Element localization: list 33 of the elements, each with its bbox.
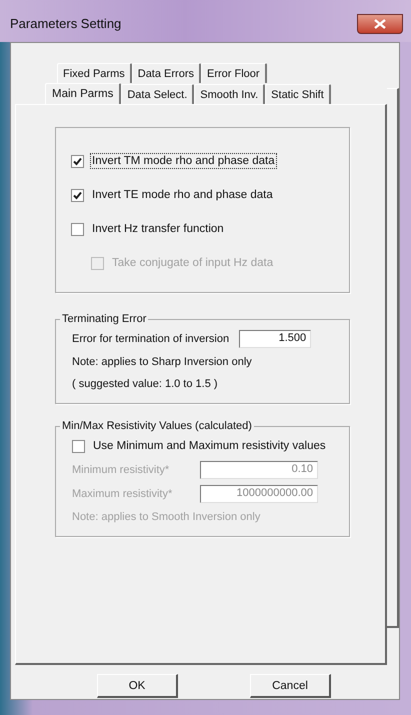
tab[interactable]: Static Shift: [265, 84, 331, 104]
checkbox[interactable]: [71, 222, 84, 236]
checkbox-label: Take conjugate of input Hz data: [111, 256, 274, 270]
group-title: Min/Max Resistivity Values (calculated): [61, 420, 253, 432]
checkbox-row[interactable]: Invert TM mode rho and phase data: [71, 144, 349, 178]
checkbox-label: Use Minimum and Maximum resistivity values: [92, 439, 327, 453]
checkbox[interactable]: [72, 440, 85, 452]
field-label: Minimum resistivity*: [72, 464, 170, 476]
tab[interactable]: Data Select.: [121, 84, 194, 104]
checkbox-label: Invert TM mode rho and phase data: [91, 154, 276, 168]
note-text: Note: applies to Smooth Inversion only: [72, 510, 262, 525]
close-button[interactable]: [357, 14, 403, 34]
tab[interactable]: Smooth Inv.: [194, 84, 266, 104]
checkbox-label: Invert TE mode rho and phase data: [91, 188, 274, 202]
dialog-button[interactable]: Cancel: [250, 674, 331, 698]
checkbox[interactable]: [71, 188, 84, 202]
checkbox-row[interactable]: Invert Hz transfer function: [71, 212, 349, 246]
checkbox-label: Invert Hz transfer function: [91, 222, 225, 236]
group-title: Terminating Error: [61, 313, 148, 325]
note-text: ( suggested value: 1.0 to 1.5 ): [72, 377, 219, 392]
note-text: Note: applies to Sharp Inversion only: [72, 355, 253, 370]
checkbox[interactable]: [71, 154, 84, 168]
tab[interactable]: Main Parms: [45, 83, 122, 104]
close-icon: [374, 19, 386, 29]
window-title: Parameters Setting: [10, 16, 122, 31]
checkbox-row[interactable]: Invert TE mode rho and phase data: [71, 178, 349, 212]
tab[interactable]: Error Floor: [201, 63, 267, 83]
field-label: Error for termination of inversion: [72, 333, 230, 345]
error-input[interactable]: 1.500: [239, 330, 312, 348]
tab[interactable]: Data Errors: [132, 63, 201, 83]
dialog-button[interactable]: OK: [97, 674, 178, 698]
tab[interactable]: Fixed Parms: [57, 63, 132, 83]
field-label: Maximum resistivity*: [72, 488, 174, 500]
